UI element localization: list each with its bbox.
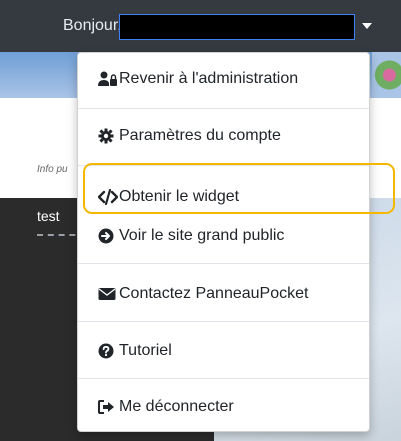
menu-divider [78, 321, 369, 322]
menu-item-label: Me déconnecter [119, 398, 234, 415]
chevron-down-icon[interactable] [362, 23, 372, 29]
user-menu-toggle[interactable] [119, 14, 355, 40]
menu-item-get-widget[interactable]: Obtenir le widget [78, 181, 369, 213]
menu-item-label: Revenir à l'administration [119, 70, 299, 87]
greeting-text: Bonjour, [63, 17, 122, 34]
banner-decoration [372, 52, 401, 98]
menu-item-tutorial[interactable]: Tutoriel [78, 335, 369, 367]
gear-icon [98, 128, 116, 144]
sign-out-icon [98, 399, 116, 415]
app-root: Info pu test Bonjour, Revenir à l'admini… [0, 0, 401, 441]
menu-item-view-public-site[interactable]: Voir le site grand public [78, 220, 369, 252]
menu-divider [78, 263, 369, 264]
menu-item-label: Voir le site grand public [119, 227, 285, 244]
question-circle-icon [98, 343, 116, 359]
menu-item-contact[interactable]: Contactez PanneauPocket [78, 278, 369, 310]
users-cog-icon [98, 71, 117, 87]
menu-divider [78, 378, 369, 379]
info-text: Info pu [37, 164, 68, 175]
code-icon [97, 188, 119, 206]
envelope-icon [98, 286, 116, 302]
menu-item-logout[interactable]: Me déconnecter [78, 391, 369, 423]
menu-divider [78, 165, 369, 166]
user-dropdown-menu: Revenir à l'administration Paramètres du… [77, 52, 370, 432]
top-navbar: Bonjour, [0, 0, 401, 52]
menu-item-label: Tutoriel [119, 342, 172, 359]
menu-item-label: Paramètres du compte [119, 127, 281, 144]
arrow-circle-right-icon [98, 228, 116, 244]
menu-divider [78, 108, 369, 109]
menu-item-label: Obtenir le widget [119, 188, 240, 205]
preview-title: test [37, 208, 60, 224]
menu-item-account-settings[interactable]: Paramètres du compte [78, 120, 369, 152]
menu-item-back-to-admin[interactable]: Revenir à l'administration [78, 63, 369, 95]
menu-item-label: Contactez PanneauPocket [119, 285, 309, 302]
